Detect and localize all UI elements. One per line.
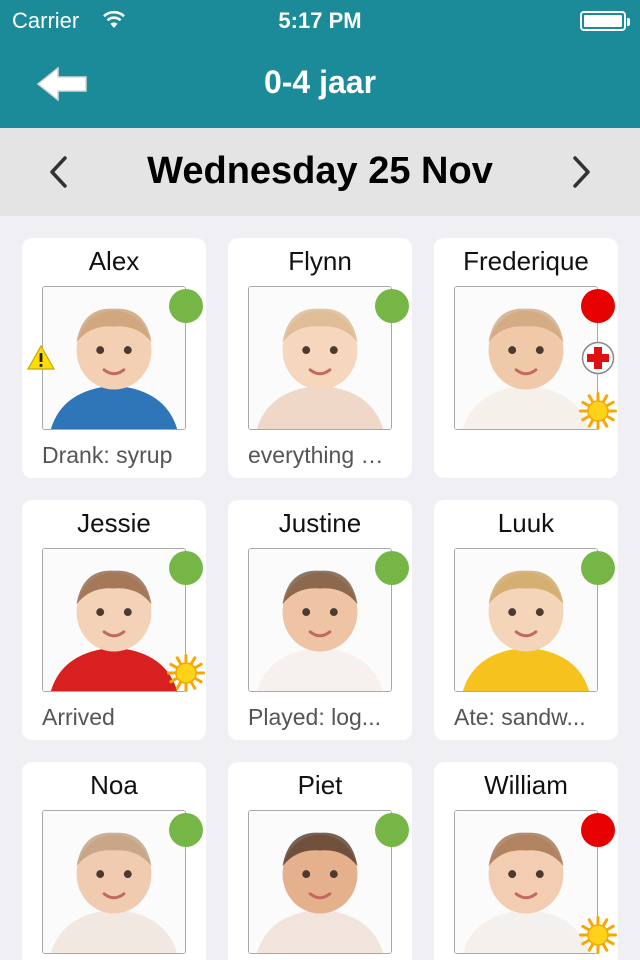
child-photo bbox=[42, 548, 186, 692]
attendance-status-dot bbox=[581, 813, 615, 847]
child-name: Justine bbox=[278, 508, 362, 538]
page-title: 0-4 jaar bbox=[263, 64, 377, 100]
child-card[interactable]: Frederique bbox=[434, 238, 618, 478]
child-name: Noa bbox=[90, 770, 138, 800]
attendance-status-dot bbox=[581, 551, 615, 585]
child-card[interactable]: Luuk Ate: sandw... bbox=[434, 500, 618, 740]
child-activity-caption: Arrived bbox=[42, 704, 115, 730]
sun-icon bbox=[579, 916, 617, 954]
child-photo bbox=[454, 286, 598, 430]
child-photo bbox=[454, 548, 598, 692]
sun-icon bbox=[167, 654, 205, 692]
date-navigator: Wednesday 25 Nov bbox=[0, 128, 640, 216]
child-name: Luuk bbox=[497, 508, 555, 538]
child-name: Piet bbox=[297, 770, 343, 800]
child-card[interactable]: Jessie Arrived bbox=[22, 500, 206, 740]
child-name: Jessie bbox=[77, 508, 151, 538]
child-card[interactable]: Alex Drank: syrup bbox=[22, 238, 206, 478]
attendance-status-dot bbox=[581, 289, 615, 323]
attendance-status-dot bbox=[375, 813, 409, 847]
attendance-status-dot bbox=[375, 551, 409, 585]
status-bar: Carrier 5:17 PM bbox=[0, 0, 640, 40]
child-photo bbox=[248, 286, 392, 430]
child-photo bbox=[42, 810, 186, 954]
child-activity-caption: Drank: syrup bbox=[42, 442, 173, 468]
current-date: Wednesday 25 Nov bbox=[147, 150, 493, 192]
child-photo bbox=[248, 548, 392, 692]
battery-icon bbox=[580, 11, 630, 31]
child-name: William bbox=[484, 770, 568, 800]
attendance-status-dot bbox=[169, 551, 203, 585]
child-card[interactable]: Noa bbox=[22, 762, 206, 960]
child-activity-caption: everything went well bbox=[248, 442, 398, 468]
child-photo bbox=[42, 286, 186, 430]
child-name: Frederique bbox=[463, 246, 589, 276]
children-grid: Alex Drank: syrup Flynn everything went … bbox=[0, 216, 640, 960]
child-name: Flynn bbox=[288, 246, 352, 276]
sun-icon bbox=[579, 392, 617, 430]
child-card[interactable]: Flynn everything went well bbox=[228, 238, 412, 478]
chevron-right-icon[interactable] bbox=[566, 154, 596, 190]
child-card[interactable]: Justine Played: log... bbox=[228, 500, 412, 740]
child-activity-caption: Played: log... bbox=[248, 704, 381, 730]
child-photo bbox=[454, 810, 598, 954]
attendance-status-dot bbox=[375, 289, 409, 323]
child-photo bbox=[248, 810, 392, 954]
clock: 5:17 PM bbox=[278, 8, 362, 33]
child-card[interactable]: Piet bbox=[228, 762, 412, 960]
medical-cross-icon bbox=[581, 341, 615, 375]
warning-icon bbox=[26, 344, 56, 370]
attendance-status-dot bbox=[169, 813, 203, 847]
nav-bar: 0-4 jaar bbox=[0, 40, 640, 128]
child-activity-caption: Ate: sandw... bbox=[454, 704, 586, 730]
attendance-status-dot bbox=[169, 289, 203, 323]
child-name: Alex bbox=[88, 246, 140, 276]
child-card[interactable]: William bbox=[434, 762, 618, 960]
